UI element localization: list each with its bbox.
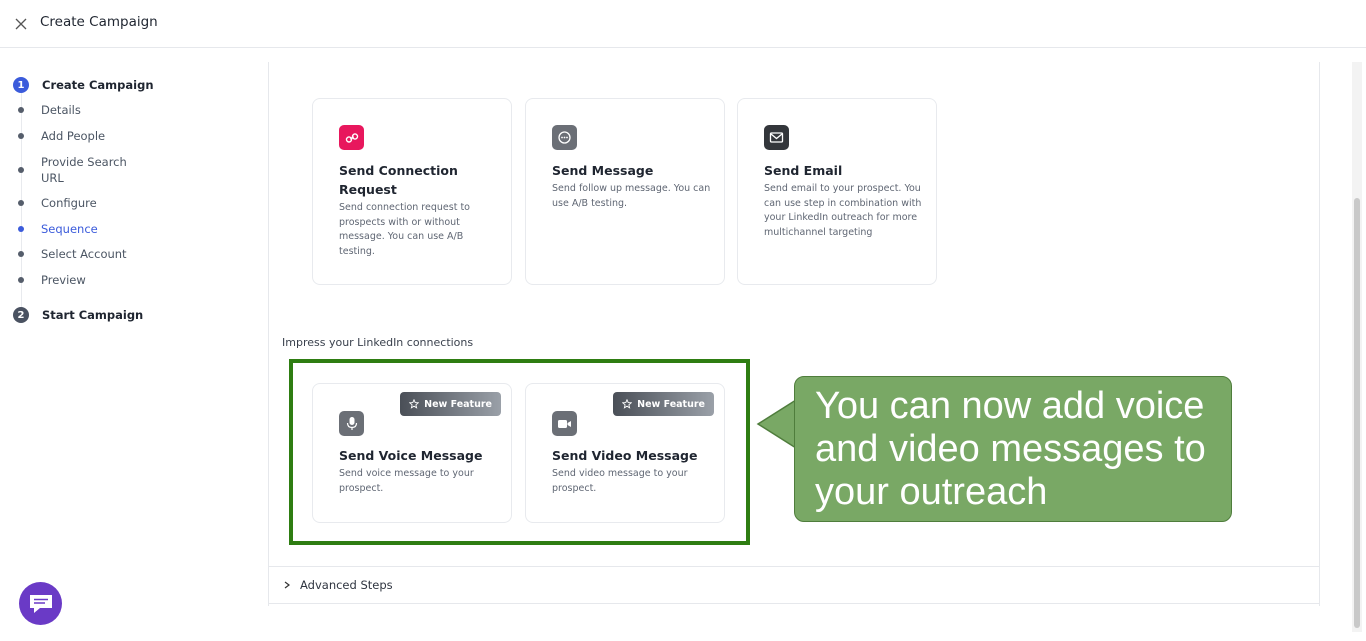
callout-bubble: You can now add voice and video messages… xyxy=(794,376,1232,522)
substep-label: Provide Search URL xyxy=(41,155,127,185)
substep-label: Preview xyxy=(41,273,86,287)
card-title: Send Connection Request xyxy=(339,163,458,197)
callout-pointer xyxy=(756,399,796,449)
step-create-campaign[interactable]: 1 Create Campaign xyxy=(13,77,154,93)
substep-details[interactable]: Details xyxy=(13,102,141,118)
chat-bubble-icon xyxy=(552,125,577,150)
step-label: Create Campaign xyxy=(42,78,154,92)
substep-select-account[interactable]: Select Account xyxy=(13,246,141,262)
callout-text: You can now add voice and video messages… xyxy=(815,385,1206,513)
advanced-steps-label: Advanced Steps xyxy=(300,578,393,592)
bullet-icon xyxy=(18,226,24,232)
substep-label: Configure xyxy=(41,196,97,210)
advanced-steps-toggle[interactable]: Advanced Steps xyxy=(268,566,1320,604)
bullet-icon xyxy=(18,277,24,283)
chat-widget-button[interactable] xyxy=(19,582,62,625)
section-heading: Impress your LinkedIn connections xyxy=(282,336,474,349)
bullet-icon xyxy=(18,133,24,139)
card-description: Send connection request to prospects wit… xyxy=(339,202,470,257)
card-title: Send Message xyxy=(552,163,654,178)
chat-icon xyxy=(29,594,52,613)
substep-label: Add People xyxy=(41,129,106,143)
substep-add-people[interactable]: Add People xyxy=(13,128,141,144)
substep-label: Details xyxy=(41,103,81,117)
page-title: Create Campaign xyxy=(40,14,158,30)
top-bar: Create Campaign xyxy=(0,0,1366,48)
substep-preview[interactable]: Preview xyxy=(13,272,141,288)
step-label: Start Campaign xyxy=(42,308,144,322)
highlight-box xyxy=(289,359,750,545)
link-icon xyxy=(339,125,364,150)
card-title: Send Email xyxy=(764,163,843,178)
step-number: 2 xyxy=(13,307,29,323)
mail-icon xyxy=(764,125,789,150)
step-number: 1 xyxy=(13,77,29,93)
card-send-email[interactable]: Send Email Send email to your prospect. … xyxy=(737,98,937,285)
card-description: Send email to your prospect. You can use… xyxy=(764,183,922,238)
card-send-message[interactable]: Send Message Send follow up message. You… xyxy=(525,98,725,285)
scrollbar-thumb[interactable] xyxy=(1354,198,1360,628)
scrollbar[interactable] xyxy=(1352,62,1362,632)
card-description: Send follow up message. You can use A/B … xyxy=(552,183,711,209)
substep-sequence[interactable]: Sequence xyxy=(13,221,141,237)
card-send-connection-request[interactable]: Send Connection Request Send connection … xyxy=(312,98,512,285)
substep-label: Sequence xyxy=(41,222,98,236)
step-start-campaign[interactable]: 2 Start Campaign xyxy=(13,307,143,323)
substep-label: Select Account xyxy=(41,247,127,261)
bullet-icon xyxy=(18,200,24,206)
substep-configure[interactable]: Configure xyxy=(13,195,141,211)
chevron-right-icon xyxy=(284,581,290,589)
bullet-icon xyxy=(18,251,24,257)
substep-provide-search-url[interactable]: Provide Search URL xyxy=(13,154,141,186)
bullet-icon xyxy=(18,107,24,113)
bullet-icon xyxy=(18,167,24,173)
close-icon[interactable] xyxy=(12,15,30,33)
